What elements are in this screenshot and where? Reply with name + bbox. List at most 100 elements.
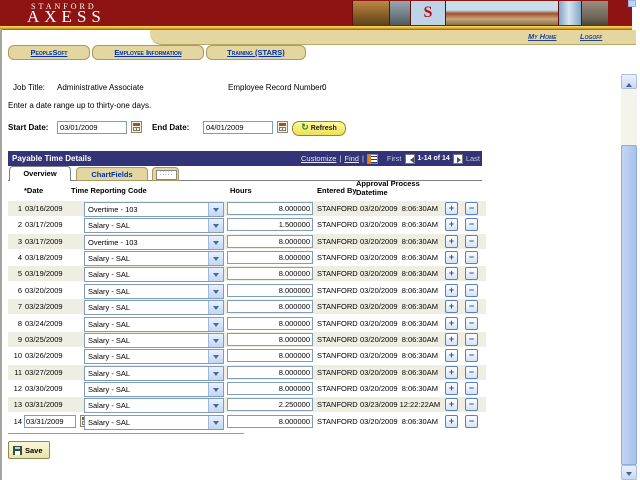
add-row-button[interactable]: +	[445, 398, 458, 411]
grid-title: Payable Time Details	[12, 151, 91, 166]
time-reporting-code-select[interactable]: Salary - SAL	[84, 382, 224, 397]
hours-input[interactable]	[227, 415, 313, 428]
time-reporting-code-select[interactable]: Salary - SAL	[84, 317, 224, 332]
delete-row-button[interactable]: −	[465, 202, 478, 215]
delete-row-button[interactable]: −	[465, 251, 478, 264]
time-reporting-code-select[interactable]: Salary - SAL	[84, 284, 224, 299]
approval-datetime: 03/20/2009 8:06:30AM	[360, 332, 438, 347]
time-reporting-code-select[interactable]: Overtime - 103	[84, 202, 224, 217]
delete-row-button[interactable]: −	[465, 333, 478, 346]
hours-input[interactable]	[227, 300, 313, 313]
time-reporting-code-select[interactable]: Salary - SAL	[84, 333, 224, 348]
add-row-button[interactable]: +	[445, 300, 458, 313]
job-title-label: Job Title:	[13, 83, 45, 92]
add-row-button[interactable]: +	[445, 366, 458, 379]
tab-peoplesoft[interactable]: PeopleSoft	[8, 45, 90, 60]
save-button[interactable]: Save	[8, 441, 50, 459]
add-row-button[interactable]: +	[445, 202, 458, 215]
chevron-down-icon[interactable]	[208, 252, 223, 265]
delete-row-button[interactable]: −	[465, 415, 478, 428]
my-home-link[interactable]: My Home	[528, 32, 556, 41]
scroll-up-icon[interactable]	[621, 74, 637, 89]
time-reporting-code-select[interactable]: Salary - SAL	[84, 366, 224, 381]
hours-input[interactable]	[227, 349, 313, 362]
scroll-down-icon[interactable]	[621, 465, 637, 480]
table-row: 13 03/31/2009 Salary - SAL STANFORD 03/2…	[8, 397, 486, 412]
add-row-button[interactable]: +	[445, 267, 458, 280]
hours-input[interactable]	[227, 235, 313, 248]
hours-input[interactable]	[227, 284, 313, 297]
find-link[interactable]: Find	[344, 154, 359, 163]
time-reporting-code-select[interactable]: Salary - SAL	[84, 218, 224, 233]
chevron-down-icon[interactable]	[208, 399, 223, 412]
time-reporting-code-select[interactable]: Salary - SAL	[84, 251, 224, 266]
grid-tab-chartfields[interactable]: ChartFields	[76, 167, 148, 181]
chevron-down-icon[interactable]	[208, 416, 223, 429]
add-row-button[interactable]: +	[445, 235, 458, 248]
end-date-input[interactable]	[203, 121, 273, 134]
hours-input[interactable]	[227, 366, 313, 379]
approval-datetime: 03/23/2009 12:22:22AM	[360, 397, 440, 412]
chevron-down-icon[interactable]	[208, 350, 223, 363]
start-date-input[interactable]	[57, 121, 127, 134]
add-row-button[interactable]: +	[445, 218, 458, 231]
delete-row-button[interactable]: −	[465, 349, 478, 362]
delete-row-button[interactable]: −	[465, 218, 478, 231]
hours-input[interactable]	[227, 218, 313, 231]
time-reporting-code-select[interactable]: Overtime - 103	[84, 235, 224, 250]
time-reporting-code-select[interactable]: Salary - SAL	[84, 300, 224, 315]
add-row-button[interactable]: +	[445, 415, 458, 428]
hours-input[interactable]	[227, 333, 313, 346]
chevron-down-icon[interactable]	[208, 383, 223, 396]
add-row-button[interactable]: +	[445, 284, 458, 297]
delete-row-button[interactable]: −	[465, 267, 478, 280]
hours-input[interactable]	[227, 267, 313, 280]
grid-tab-show-all[interactable]: :::::	[152, 167, 179, 181]
row-date-input[interactable]	[24, 415, 76, 428]
hours-input[interactable]	[227, 382, 313, 395]
delete-row-button[interactable]: −	[465, 398, 478, 411]
hours-input[interactable]	[227, 398, 313, 411]
chevron-down-icon[interactable]	[208, 219, 223, 232]
next-page-icon[interactable]	[453, 154, 463, 164]
axess-window: STANFORD AXESS S My Home Logoff PeopleSo…	[0, 0, 640, 480]
add-row-button[interactable]: +	[445, 251, 458, 264]
grid-tab-overview[interactable]: Overview	[9, 166, 71, 181]
hours-input[interactable]	[227, 317, 313, 330]
chevron-down-icon[interactable]	[208, 203, 223, 216]
tab-employee-information[interactable]: Employee Information	[92, 45, 204, 60]
add-row-button[interactable]: +	[445, 333, 458, 346]
hours-input[interactable]	[227, 202, 313, 215]
tab-training-stars[interactable]: Training (STARS)	[206, 45, 306, 60]
scrollbar-thumb[interactable]	[621, 145, 637, 465]
chevron-down-icon[interactable]	[208, 301, 223, 314]
add-row-button[interactable]: +	[445, 317, 458, 330]
time-reporting-code-select[interactable]: Salary - SAL	[84, 267, 224, 282]
vertical-scrollbar[interactable]	[621, 74, 637, 480]
chevron-down-icon[interactable]	[208, 318, 223, 331]
chevron-down-icon[interactable]	[208, 334, 223, 347]
refresh-button[interactable]: ↻ Refresh	[292, 121, 346, 136]
delete-row-button[interactable]: −	[465, 300, 478, 313]
delete-row-button[interactable]: −	[465, 317, 478, 330]
chevron-down-icon[interactable]	[208, 285, 223, 298]
end-date-calendar-icon[interactable]	[277, 121, 288, 133]
add-row-button[interactable]: +	[445, 349, 458, 362]
chevron-down-icon[interactable]	[208, 236, 223, 249]
logoff-link[interactable]: Logoff	[580, 32, 602, 41]
time-reporting-code-select[interactable]: Salary - SAL	[84, 415, 224, 430]
chevron-down-icon[interactable]	[208, 268, 223, 281]
time-reporting-code-select[interactable]: Salary - SAL	[84, 398, 224, 413]
start-date-calendar-icon[interactable]	[131, 121, 142, 133]
time-reporting-code-select[interactable]: Salary - SAL	[84, 349, 224, 364]
delete-row-button[interactable]: −	[465, 382, 478, 395]
delete-row-button[interactable]: −	[465, 284, 478, 297]
customize-link[interactable]: Customize	[301, 154, 336, 163]
previous-page-icon[interactable]	[405, 154, 415, 164]
delete-row-button[interactable]: −	[465, 235, 478, 248]
hours-input[interactable]	[227, 251, 313, 264]
chevron-down-icon[interactable]	[208, 367, 223, 380]
download-icon[interactable]	[367, 154, 378, 164]
delete-row-button[interactable]: −	[465, 366, 478, 379]
add-row-button[interactable]: +	[445, 382, 458, 395]
